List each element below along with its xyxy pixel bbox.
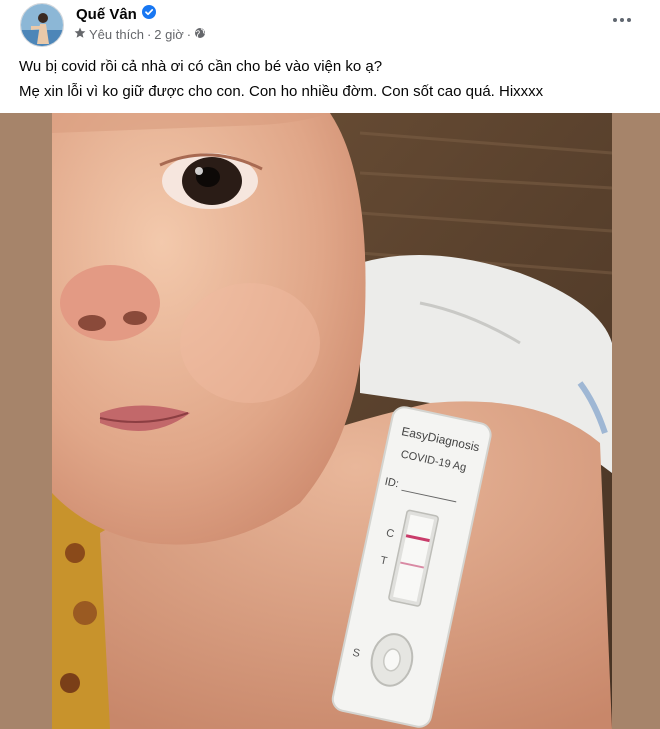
more-options-button[interactable] bbox=[610, 10, 634, 30]
post-photo[interactable]: EasyDiagnosis COVID-19 Ag ID: C T S bbox=[0, 113, 660, 729]
favorite-label: Yêu thích bbox=[89, 27, 144, 42]
author-row: Quế Vân bbox=[76, 5, 156, 24]
post-text-line-1: Wu bị covid rồi cả nhà ơi có cần cho bé … bbox=[19, 58, 383, 75]
post-text: Wu bị covid rồi cả nhà ơi có cần cho bé … bbox=[19, 54, 543, 104]
post-time[interactable]: 2 giờ bbox=[154, 27, 184, 42]
dot bbox=[627, 18, 631, 22]
post-meta: Yêu thích · 2 giờ · bbox=[74, 27, 206, 42]
baby-nose bbox=[60, 265, 160, 341]
dot bbox=[613, 18, 617, 22]
meta-separator: · bbox=[146, 27, 152, 42]
author-name[interactable]: Quế Vân bbox=[76, 6, 137, 23]
globe-icon[interactable] bbox=[194, 27, 206, 42]
post-text-line-2: Mẹ xin lỗi vì ko giữ được cho con. Con h… bbox=[19, 83, 544, 100]
star-icon bbox=[74, 27, 86, 42]
meta-separator: · bbox=[186, 27, 192, 42]
author-avatar[interactable] bbox=[20, 3, 64, 47]
dot bbox=[620, 18, 624, 22]
facebook-post: Quế Vân Yêu thích · 2 giờ · Wu bị covid … bbox=[0, 0, 660, 729]
verified-badge-icon bbox=[141, 5, 156, 24]
